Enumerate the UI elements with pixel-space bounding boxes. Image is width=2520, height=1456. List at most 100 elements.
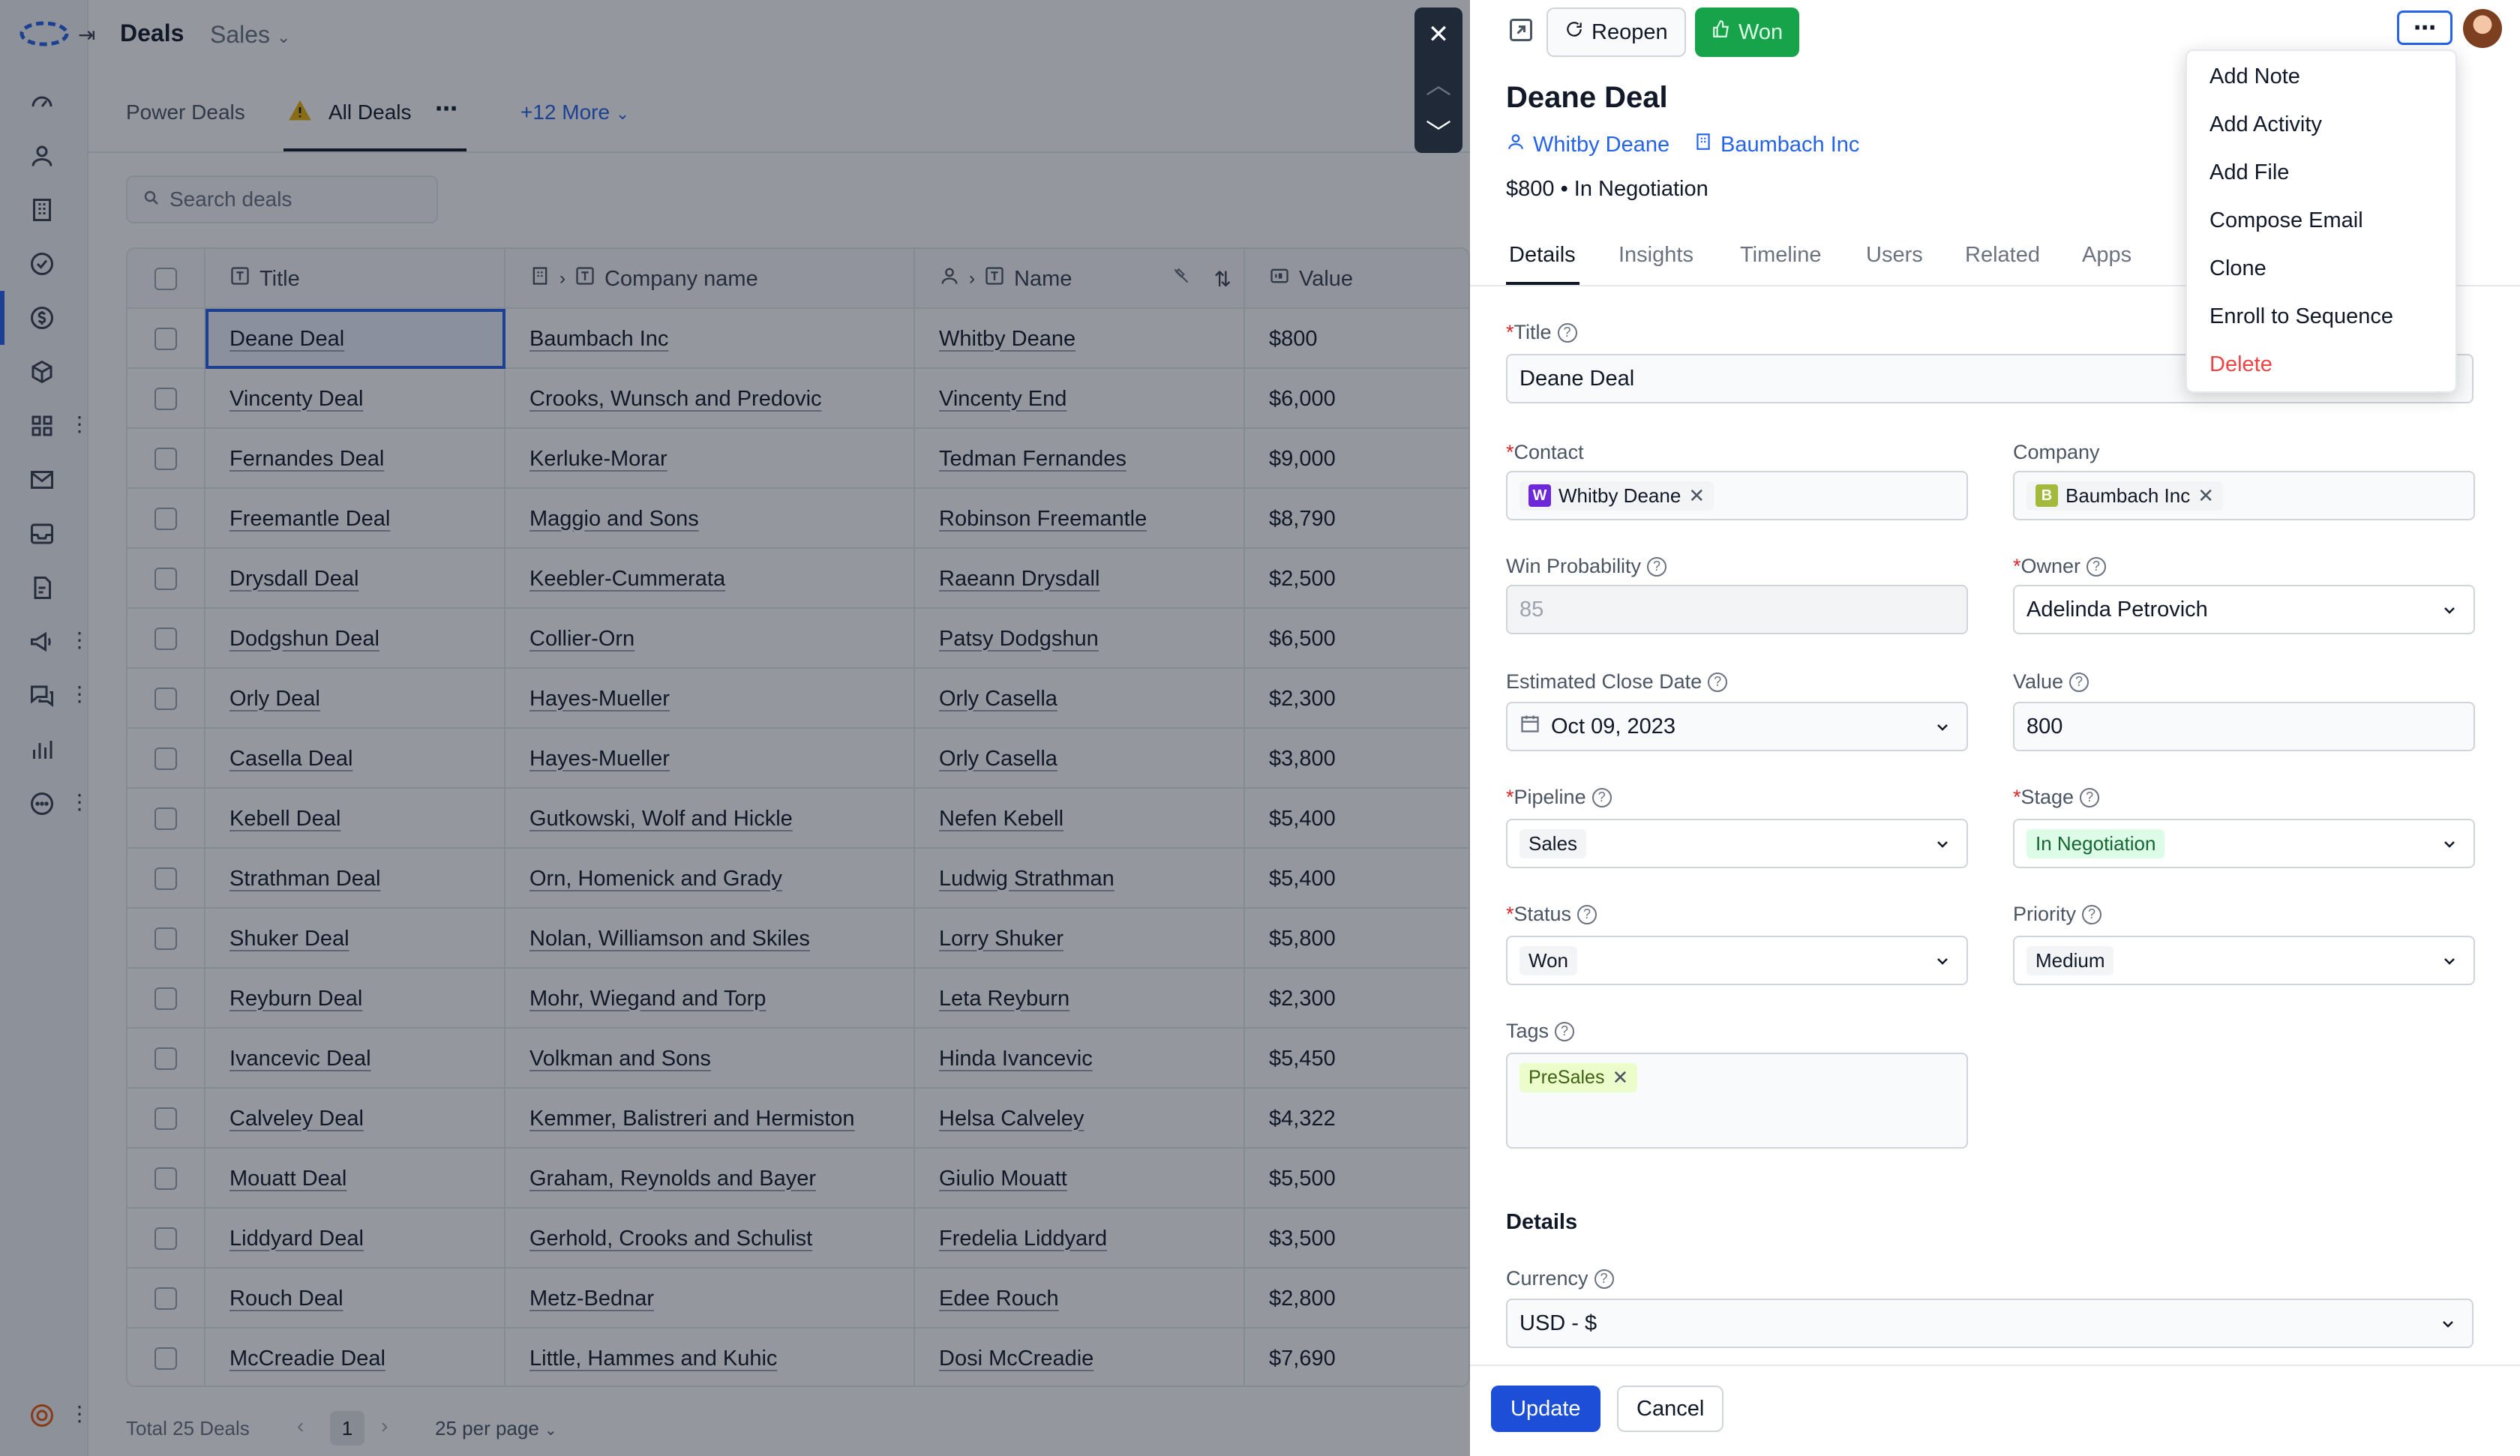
deal-title: Deane Deal [1506, 81, 1668, 114]
priority-label: Priority? [2013, 903, 2102, 926]
menu-item-compose-email[interactable]: Compose Email [2210, 208, 2363, 233]
company-icon [1694, 132, 1713, 157]
status-label: *Status? [1506, 903, 1598, 926]
company-label: Company [2013, 441, 2100, 463]
close-date-picker[interactable]: Oct 09, 2023 [1506, 702, 1968, 751]
menu-item-add-activity[interactable]: Add Activity [2210, 112, 2322, 137]
details-section-heading: Details [1506, 1210, 1578, 1234]
contact-chip-label: Whitby Deane [1558, 484, 1682, 507]
user-avatar[interactable] [2463, 9, 2502, 48]
chevron-down-icon [2443, 1321, 2453, 1328]
record-navigation: ✕ ︿ ﹀ [1414, 7, 1462, 153]
menu-item-enroll-sequence[interactable]: Enroll to Sequence [2210, 304, 2393, 329]
company-chip-label: Baumbach Inc [2066, 484, 2191, 507]
stage-select[interactable]: In Negotiation [2013, 819, 2475, 868]
win-probability-value: 85 [1520, 597, 1544, 622]
tags-field[interactable]: PreSales ✕ [1506, 1053, 1968, 1149]
remove-tag-icon[interactable]: ✕ [1612, 1066, 1628, 1089]
help-icon[interactable]: ? [1555, 1021, 1575, 1041]
contact-field[interactable]: W Whitby Deane ✕ [1506, 471, 1968, 520]
help-icon[interactable]: ? [2080, 787, 2100, 807]
contact-link[interactable]: Whitby Deane [1506, 132, 1670, 157]
help-icon[interactable]: ? [1592, 787, 1612, 807]
company-chip: B Baumbach Inc ✕ [2026, 481, 2224, 511]
menu-item-add-note[interactable]: Add Note [2210, 64, 2300, 89]
won-label: Won [1738, 19, 1784, 44]
status-select[interactable]: Won [1506, 936, 1968, 985]
stage-label: *Stage? [2013, 786, 2100, 809]
update-button[interactable]: Update [1491, 1386, 1600, 1432]
calendar-icon [1520, 713, 1540, 740]
title-label: *Title? [1506, 321, 1577, 344]
help-icon[interactable]: ? [1647, 556, 1667, 577]
help-icon[interactable]: ? [1557, 322, 1577, 343]
close-date-label: Estimated Close Date? [1506, 670, 1728, 694]
tags-label: Tags? [1506, 1020, 1575, 1043]
chevron-down-icon [2444, 958, 2455, 965]
chevron-down-icon [1937, 724, 1948, 731]
tag-chip: PreSales ✕ [1520, 1063, 1638, 1092]
help-icon[interactable]: ? [1577, 904, 1598, 924]
tab-details[interactable]: Details [1509, 243, 1576, 268]
pipeline-value: Sales [1520, 828, 1587, 858]
pipeline-field-label: *Pipeline? [1506, 786, 1612, 809]
contact-label: *Contact [1506, 441, 1584, 463]
tab-insights[interactable]: Insights [1618, 243, 1694, 268]
more-actions-button[interactable]: ⋯ [2397, 10, 2452, 45]
value-field[interactable]: 800 [2013, 702, 2475, 751]
tab-users[interactable]: Users [1866, 243, 1923, 268]
help-icon[interactable]: ? [1594, 1269, 1614, 1289]
win-probability-field[interactable]: 85 [1506, 585, 1968, 634]
contact-icon [1506, 132, 1526, 157]
menu-item-delete[interactable]: Delete [2210, 352, 2272, 377]
chevron-down-icon [2444, 607, 2455, 614]
chevron-down-icon[interactable]: ﹀ [1414, 106, 1462, 154]
currency-label: Currency? [1506, 1267, 1614, 1290]
company-link[interactable]: Baumbach Inc [1694, 132, 1859, 157]
reopen-icon [1564, 19, 1584, 45]
menu-item-clone[interactable]: Clone [2210, 256, 2266, 281]
modal-backdrop[interactable] [0, 0, 1470, 1456]
chevron-down-icon [1937, 958, 1948, 965]
separator-dot: • [1560, 177, 1574, 201]
tab-apps[interactable]: Apps [2082, 243, 2132, 268]
owner-select[interactable]: Adelinda Petrovich [2013, 585, 2475, 634]
chevron-up-icon[interactable]: ︿ [1414, 58, 1462, 106]
pipeline-select[interactable]: Sales [1506, 819, 1968, 868]
help-icon[interactable]: ? [2086, 556, 2107, 577]
company-link-label: Baumbach Inc [1720, 132, 1860, 157]
chevron-down-icon [2444, 841, 2455, 848]
remove-company-icon[interactable]: ✕ [2198, 484, 2214, 508]
deal-amount: $800 [1506, 177, 1555, 201]
owner-value: Adelinda Petrovich [2026, 597, 2208, 622]
won-button[interactable]: Won [1695, 7, 1800, 57]
more-actions-menu: Add Note Add Activity Add File Compose E… [2186, 49, 2457, 393]
remove-contact-icon[interactable]: ✕ [1688, 484, 1705, 508]
owner-label: *Owner? [2013, 555, 2107, 578]
value-label: Value? [2013, 670, 2090, 694]
tag-label: PreSales [1528, 1067, 1605, 1088]
priority-select[interactable]: Medium [2013, 936, 2475, 985]
close-date-value: Oct 09, 2023 [1551, 714, 1676, 738]
thumbs-up-icon [1712, 19, 1731, 45]
cancel-button[interactable]: Cancel [1617, 1386, 1724, 1432]
value-value: 800 [2026, 714, 2063, 738]
menu-item-add-file[interactable]: Add File [2210, 160, 2289, 185]
title-value: Deane Deal [1520, 366, 1635, 391]
open-full-record-icon[interactable] [1508, 16, 1534, 47]
help-icon[interactable]: ? [1708, 672, 1728, 692]
reopen-button[interactable]: Reopen [1546, 7, 1686, 57]
tab-related[interactable]: Related [1965, 243, 2040, 268]
close-icon[interactable]: ✕ [1414, 10, 1462, 58]
tab-timeline[interactable]: Timeline [1740, 243, 1822, 268]
status-value: Won [1520, 945, 1577, 975]
company-field[interactable]: B Baumbach Inc ✕ [2013, 471, 2475, 520]
deal-summary: $800 • In Negotiation [1506, 177, 1708, 202]
help-icon[interactable]: ? [2069, 672, 2090, 692]
company-chip-avatar: B [2036, 484, 2058, 507]
currency-select[interactable]: USD - $ [1506, 1299, 2474, 1348]
contact-chip-avatar: W [1528, 484, 1551, 507]
help-icon[interactable]: ? [2082, 904, 2102, 924]
priority-value: Medium [2026, 945, 2114, 975]
win-probability-label: Win Probability? [1506, 555, 1667, 578]
